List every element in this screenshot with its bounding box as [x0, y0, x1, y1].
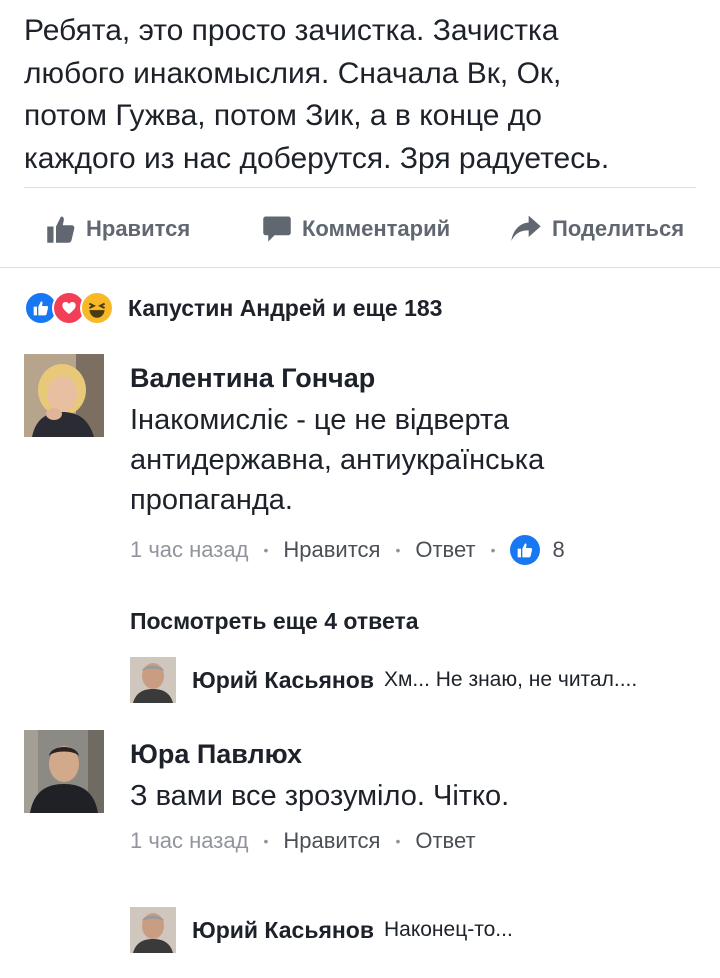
comment-author[interactable]: Юра Павлюх: [130, 739, 302, 770]
comment-icon: [263, 216, 291, 242]
reactions-summary[interactable]: Капустин Андрей и еще 183: [24, 288, 442, 328]
post-text-line: каждого из нас доберутся. Зря радуетесь.: [24, 141, 610, 175]
like-button[interactable]: Нравится: [46, 203, 190, 255]
separator-dot: •: [263, 833, 269, 849]
separator-dot: •: [490, 542, 496, 558]
comment-timestamp: 1 час назад: [130, 537, 249, 562]
comment-meta: 1 час назад • Нравится • Ответ: [130, 825, 476, 857]
comment-reply-link[interactable]: Ответ: [415, 828, 475, 854]
avatar[interactable]: [130, 657, 176, 703]
avatar[interactable]: [24, 354, 104, 437]
haha-reaction-icon: [80, 291, 114, 325]
separator-dot: •: [395, 833, 401, 849]
reply-text: Хм... Не знаю, не читал....: [383, 668, 638, 691]
separator-dot: •: [395, 542, 401, 558]
comment-like-link[interactable]: Нравится: [283, 828, 380, 854]
comment-meta: 1 час назад • Нравится • Ответ • 8: [130, 534, 565, 566]
like-badge-icon[interactable]: [510, 535, 541, 565]
comment-text-line: Інакомисліє - це не відверта: [130, 404, 510, 436]
comment-text-line: пропаганда.: [130, 484, 293, 516]
share-button-label: Поделиться: [552, 216, 685, 241]
reply-text: Наконец-то...: [383, 918, 513, 941]
comment-text: Інакомисліє - це не відверта антидержавн…: [130, 400, 544, 520]
comment-button-label: Комментарий: [302, 216, 451, 241]
comment-text: З вами все зрозуміло. Чітко.: [130, 776, 509, 816]
post-text-line: любого инакомыслия. Сначала Вк, Ок,: [24, 56, 562, 90]
reply-preview[interactable]: Юрий Касьянов Хм... Не знаю, не читал...…: [130, 656, 637, 704]
reply-author[interactable]: Юрий Касьянов: [192, 667, 374, 694]
comment-like-link[interactable]: Нравится: [283, 537, 380, 563]
avatar[interactable]: [24, 730, 104, 813]
comment-timestamp: 1 час назад: [130, 828, 249, 853]
reply-preview[interactable]: Юрий Касьянов Наконец-то...: [130, 906, 513, 954]
comment-text-line: З вами все зрозуміло. Чітко.: [130, 780, 510, 812]
comment-button[interactable]: Комментарий: [262, 203, 450, 255]
separator-dot: •: [263, 542, 269, 558]
avatar[interactable]: [130, 907, 176, 953]
comment-text-line: антидержавна, антиукраїнська: [130, 444, 545, 476]
like-button-label: Нравится: [86, 216, 191, 241]
reactions-summary-text: Капустин Андрей и еще 183: [128, 294, 443, 321]
thumbs-up-icon: [47, 216, 75, 243]
post-text-line: Ребята, это просто зачистка. Зачистка: [24, 14, 559, 47]
divider: [0, 267, 720, 268]
post-text-line: потом Гужва, потом Зик, а в конце до: [24, 99, 542, 132]
post-action-bar: Нравится Комментарий Поделиться: [0, 203, 720, 255]
comment-like-count: 8: [552, 537, 565, 562]
post-text: Ребята, это просто зачистка. Зачистка лю…: [24, 10, 696, 180]
comment-author[interactable]: Валентина Гончар: [130, 363, 375, 394]
reply-author[interactable]: Юрий Касьянов: [192, 917, 374, 944]
divider: [24, 187, 696, 188]
share-arrow-icon: [511, 215, 541, 241]
share-button[interactable]: Поделиться: [510, 203, 684, 255]
view-more-replies-link[interactable]: Посмотреть еще 4 ответа: [130, 608, 419, 635]
comment-reply-link[interactable]: Ответ: [415, 537, 475, 563]
